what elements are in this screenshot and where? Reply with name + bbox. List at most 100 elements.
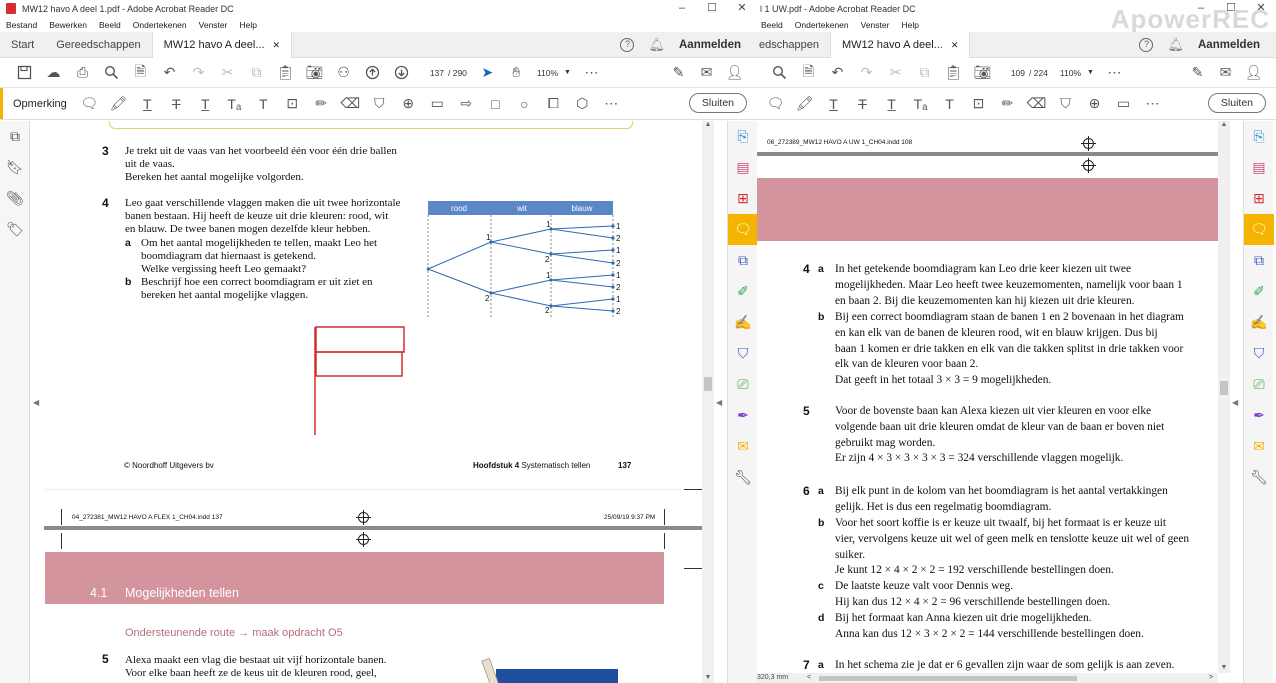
- horizontal-scroll-thumb[interactable]: [819, 676, 1077, 681]
- scroll-left-arrow[interactable]: <: [807, 674, 811, 681]
- pencil-icon[interactable]: ✏︎: [993, 91, 1022, 117]
- insert-text-icon[interactable]: Tₐ: [220, 91, 249, 117]
- stamp-icon[interactable]: ⛉: [365, 91, 394, 117]
- more-tools-icon[interactable]: ⋯: [1100, 61, 1129, 85]
- menu-bewerken[interactable]: Bewerken: [49, 20, 87, 30]
- menu-venster[interactable]: Venster: [861, 20, 890, 30]
- page-thumbnails-icon[interactable]: ⧉: [0, 121, 30, 152]
- polygon-icon[interactable]: ⬡: [568, 91, 597, 117]
- undo-icon[interactable]: ↶: [823, 61, 852, 85]
- accessibility-tags-icon[interactable]: 🏷︎: [0, 214, 30, 245]
- more-comment-tools-icon[interactable]: ⋯: [1138, 91, 1167, 117]
- fill-sign-icon[interactable]: ✎: [1183, 61, 1212, 85]
- request-signature-icon[interactable]: ✒: [1244, 400, 1274, 431]
- close-comment-button[interactable]: Sluiten: [688, 93, 747, 113]
- tab-close-icon[interactable]: ✕: [951, 32, 959, 58]
- share-user-icon[interactable]: 👤︎: [1239, 61, 1268, 85]
- cut-icon[interactable]: ✂: [881, 61, 910, 85]
- undo-icon[interactable]: ↶: [155, 61, 184, 85]
- tab-tools[interactable]: edschappen: [757, 32, 830, 58]
- text-box-icon[interactable]: ⊡: [278, 91, 307, 117]
- pencil-icon[interactable]: ✏︎: [307, 91, 336, 117]
- copy-icon[interactable]: ⧉: [242, 61, 271, 85]
- menu-help[interactable]: Help: [239, 20, 256, 30]
- combine-files-icon[interactable]: ⧉: [1244, 245, 1274, 276]
- hand-tool-icon[interactable]: ✋︎: [502, 61, 531, 85]
- scroll-thumb[interactable]: [704, 377, 712, 391]
- close-comment-button[interactable]: Sluiten: [1207, 93, 1266, 113]
- more-tools-wrench-icon[interactable]: 🔧︎: [1244, 462, 1274, 493]
- callout-icon[interactable]: ⧠: [539, 91, 568, 117]
- page-up-icon[interactable]: [358, 61, 387, 85]
- collapse-left-panel-icon[interactable]: ◀: [33, 398, 39, 407]
- document-search-icon[interactable]: 🗎: [126, 61, 155, 85]
- line-icon[interactable]: ▭: [423, 91, 452, 117]
- request-signature-icon[interactable]: ✒: [728, 400, 757, 431]
- comment-tool-icon[interactable]: 🗨︎: [728, 214, 757, 245]
- replace-text-icon[interactable]: T̲: [191, 91, 220, 117]
- menu-help[interactable]: Help: [901, 20, 918, 30]
- cut-icon[interactable]: ✂: [213, 61, 242, 85]
- expand-right-panel-icon[interactable]: ◀: [1232, 398, 1238, 407]
- edit-pdf-icon[interactable]: ✐: [728, 276, 757, 307]
- sticky-note-icon[interactable]: 🗨︎: [761, 91, 790, 117]
- export-pdf-icon[interactable]: ⎘: [728, 121, 757, 152]
- underline-text-icon[interactable]: T: [133, 91, 162, 117]
- right-vertical-scrollbar[interactable]: ▲ ▼: [1218, 121, 1230, 673]
- print-icon[interactable]: ⎙: [68, 61, 97, 85]
- protect-icon[interactable]: ⛉: [728, 338, 757, 369]
- more-tools-wrench-icon[interactable]: 🔧︎: [728, 462, 757, 493]
- signin-button[interactable]: Aanmelden: [679, 39, 741, 51]
- more-tools-icon[interactable]: ⋯: [577, 61, 606, 85]
- minimize-button[interactable]: –: [667, 0, 697, 17]
- email-icon[interactable]: ✉: [692, 61, 721, 85]
- highlight-icon[interactable]: 🖍︎: [790, 91, 819, 117]
- create-pdf-icon[interactable]: ⊞: [728, 183, 757, 214]
- search-icon[interactable]: [97, 61, 126, 85]
- stamp-icon[interactable]: ⛉: [1051, 91, 1080, 117]
- strikethrough-icon[interactable]: T: [162, 91, 191, 117]
- add-text-icon[interactable]: T: [935, 91, 964, 117]
- edit-pdf-icon[interactable]: ✐: [1244, 276, 1274, 307]
- clipboard-icon[interactable]: 📋︎: [271, 61, 300, 85]
- help-icon[interactable]: ?: [1139, 38, 1154, 52]
- organize-pages-icon[interactable]: ▤: [1244, 152, 1274, 183]
- redo-icon[interactable]: ↷: [852, 61, 881, 85]
- protect-icon[interactable]: ⛉: [1244, 338, 1274, 369]
- email-icon[interactable]: ✉: [1211, 61, 1240, 85]
- eraser-icon[interactable]: ⌫: [1022, 91, 1051, 117]
- help-icon[interactable]: ?: [620, 38, 635, 52]
- document-search-icon[interactable]: 🗎: [794, 61, 823, 85]
- sticky-note-icon[interactable]: 🗨︎: [75, 91, 104, 117]
- fill-sign-icon[interactable]: ✎: [664, 61, 693, 85]
- scroll-right-arrow[interactable]: >: [1209, 674, 1213, 681]
- tab-close-icon[interactable]: ✕: [273, 32, 281, 58]
- line-icon[interactable]: ▭: [1109, 91, 1138, 117]
- highlight-icon[interactable]: 🖍︎: [104, 91, 133, 117]
- menu-ondertekenen[interactable]: Ondertekenen: [795, 20, 849, 30]
- strikethrough-icon[interactable]: T: [848, 91, 877, 117]
- create-pdf-icon[interactable]: ⊞: [1244, 183, 1274, 214]
- maximize-button[interactable]: ☐: [697, 0, 727, 17]
- more-comment-tools-icon[interactable]: ⋯: [597, 91, 626, 117]
- tab-tools[interactable]: Gereedschappen: [45, 32, 151, 58]
- bell-icon[interactable]: 🔔︎: [648, 37, 665, 53]
- save-icon[interactable]: [10, 61, 39, 85]
- select-pointer-icon[interactable]: ➤: [473, 61, 502, 85]
- rectangle-icon[interactable]: □: [481, 91, 510, 117]
- bookmarks-icon[interactable]: 🔖︎: [0, 152, 30, 183]
- page-number-input[interactable]: 109: [1003, 68, 1025, 78]
- oval-icon[interactable]: ○: [510, 91, 539, 117]
- attach-icon[interactable]: ⊕: [394, 91, 423, 117]
- scroll-up-arrow[interactable]: ▲: [1218, 121, 1230, 128]
- copy-icon[interactable]: ⧉: [910, 61, 939, 85]
- menu-beeld[interactable]: Beeld: [761, 20, 783, 30]
- fill-and-sign-icon[interactable]: ✍: [1244, 307, 1274, 338]
- attach-icon[interactable]: ⊕: [1080, 91, 1109, 117]
- snapshot-icon[interactable]: 📷︎: [968, 61, 997, 85]
- eraser-icon[interactable]: ⌫: [336, 91, 365, 117]
- menu-ondertekenen[interactable]: Ondertekenen: [133, 20, 187, 30]
- scroll-down-arrow[interactable]: ▼: [1218, 664, 1230, 671]
- insert-text-icon[interactable]: Tₐ: [906, 91, 935, 117]
- combine-files-icon[interactable]: ⧉: [728, 245, 757, 276]
